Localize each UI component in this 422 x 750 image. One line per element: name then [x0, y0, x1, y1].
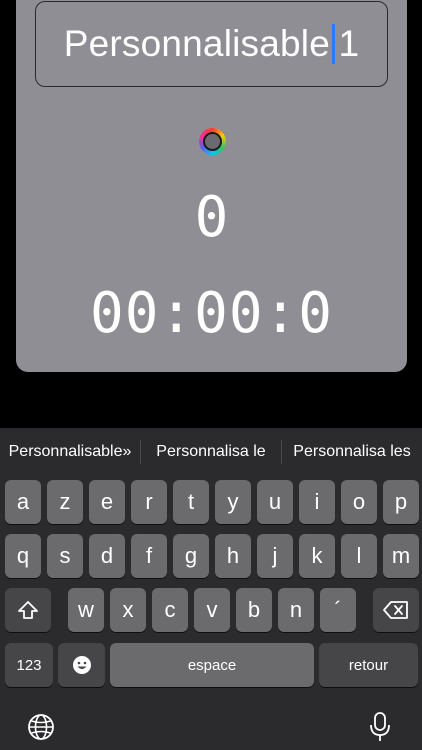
- delete-key[interactable]: [373, 588, 419, 632]
- key-n[interactable]: n: [278, 588, 314, 632]
- key-w[interactable]: w: [68, 588, 104, 632]
- key-i[interactable]: i: [299, 480, 335, 524]
- color-picker-icon[interactable]: [199, 128, 226, 155]
- suggestion-3[interactable]: Personnalisa les: [282, 443, 422, 461]
- space-key[interactable]: espace: [110, 643, 314, 687]
- numbers-key[interactable]: 123: [5, 643, 53, 687]
- key-x[interactable]: x: [110, 588, 146, 632]
- name-text-before-caret: Personnalisable: [63, 23, 330, 64]
- color-swatch: [203, 132, 222, 151]
- key-k[interactable]: k: [299, 534, 335, 578]
- key-m[interactable]: m: [383, 534, 419, 578]
- globe-icon: [28, 714, 54, 740]
- shift-key[interactable]: [5, 588, 51, 632]
- microphone-button[interactable]: [367, 710, 393, 744]
- key-j[interactable]: j: [257, 534, 293, 578]
- emoji-icon: [72, 656, 91, 674]
- microphone-icon: [370, 712, 390, 741]
- return-key[interactable]: retour: [319, 643, 418, 687]
- key-z[interactable]: z: [47, 480, 83, 524]
- delete-icon: [383, 601, 408, 619]
- text-caret: [332, 24, 335, 64]
- emoji-key[interactable]: [58, 643, 105, 687]
- key-t[interactable]: t: [173, 480, 209, 524]
- key-s[interactable]: s: [47, 534, 83, 578]
- key-r[interactable]: r: [131, 480, 167, 524]
- key-d[interactable]: d: [89, 534, 125, 578]
- key-u[interactable]: u: [257, 480, 293, 524]
- key-y[interactable]: y: [215, 480, 251, 524]
- key-p[interactable]: p: [383, 480, 419, 524]
- suggestion-2[interactable]: Personnalisa le: [141, 443, 281, 461]
- key-e[interactable]: e: [89, 480, 125, 524]
- shift-icon: [18, 601, 38, 619]
- key-b[interactable]: b: [236, 588, 272, 632]
- name-text-after-caret: 1: [338, 23, 360, 64]
- key-q[interactable]: q: [5, 534, 41, 578]
- globe-button[interactable]: [26, 712, 56, 742]
- key-o[interactable]: o: [341, 480, 377, 524]
- screen: Personnalisable 1 0 00:00:0 Personnalisab…: [0, 0, 422, 750]
- suggestion-1[interactable]: Personnalisable»: [0, 443, 140, 461]
- key-f[interactable]: f: [131, 534, 167, 578]
- counter-card: Personnalisable 1 0 00:00:0: [16, 0, 407, 372]
- key-l[interactable]: l: [341, 534, 377, 578]
- counter-name-input[interactable]: Personnalisable 1: [35, 1, 388, 87]
- timer-value: 00:00:0: [89, 281, 333, 346]
- suggestion-bar: Personnalisable» Personnalisa le Personn…: [0, 428, 422, 476]
- key-c[interactable]: c: [152, 588, 188, 632]
- key-acute-accent[interactable]: ´: [320, 588, 356, 632]
- keyboard: Personnalisable» Personnalisa le Personn…: [0, 428, 422, 750]
- key-g[interactable]: g: [173, 534, 209, 578]
- count-value: 0: [194, 185, 229, 250]
- key-a[interactable]: a: [5, 480, 41, 524]
- key-v[interactable]: v: [194, 588, 230, 632]
- key-h[interactable]: h: [215, 534, 251, 578]
